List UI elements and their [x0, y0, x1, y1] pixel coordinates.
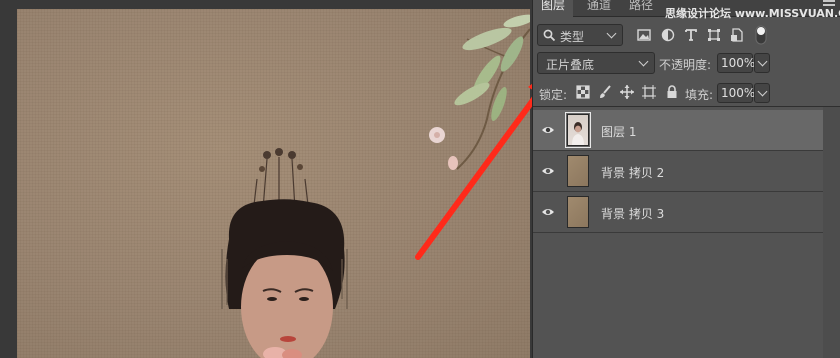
chevron-down-icon — [757, 56, 768, 67]
image-filter-icon[interactable] — [637, 28, 651, 42]
blend-mode-value: 正片叠底 — [546, 58, 595, 72]
watermark-text: 思缘设计论坛 www.MISSVUAN.COM — [665, 7, 840, 20]
eye-icon[interactable] — [541, 164, 555, 178]
eye-icon[interactable] — [541, 123, 555, 137]
layer-row-1[interactable]: 图层 1 — [533, 110, 823, 151]
panel-menu-icon[interactable] — [823, 0, 835, 10]
shape-filter-icon[interactable] — [707, 28, 721, 42]
layer-row-2[interactable]: 背景 拷贝 2 — [533, 151, 823, 192]
panel-divider — [533, 106, 840, 107]
figure-illustration — [221, 148, 348, 358]
lock-position-icon[interactable] — [620, 85, 634, 99]
chevron-down-icon — [757, 86, 768, 97]
layer-thumbnail — [565, 112, 591, 148]
panel-tab-bar: 图层 通道 路径 思缘设计论坛 www.MISSVUAN.COM — [533, 0, 840, 20]
fill-label: 填充: — [685, 88, 714, 102]
lock-brush-icon[interactable] — [598, 85, 612, 99]
fill-dropdown-button[interactable] — [754, 83, 770, 103]
layers-panel: 图层 通道 路径 思缘设计论坛 www.MISSVUAN.COM 类型 — [532, 0, 840, 358]
opacity-label: 不透明度: — [659, 58, 712, 72]
tab-paths[interactable]: 路径 — [621, 0, 661, 17]
layer-filter-select[interactable]: 类型 — [537, 24, 623, 46]
opacity-input[interactable]: 100% — [717, 53, 755, 73]
smart-object-filter-icon[interactable] — [730, 28, 744, 42]
layer-row-3[interactable]: 背景 拷贝 3 — [533, 192, 823, 233]
layer-name: 图层 1 — [601, 125, 637, 139]
layer-name: 背景 拷贝 2 — [601, 166, 665, 180]
layer-thumbnail — [567, 155, 589, 187]
lock-pixels-icon[interactable] — [576, 85, 590, 99]
tab-layers[interactable]: 图层 — [533, 0, 574, 17]
layers-scrollbar[interactable] — [823, 107, 840, 358]
chevron-down-icon — [606, 28, 617, 39]
tab-channels[interactable]: 通道 — [579, 0, 619, 17]
layer-name: 背景 拷贝 3 — [601, 207, 665, 221]
lock-artboard-icon[interactable] — [642, 85, 656, 99]
eye-icon[interactable] — [541, 205, 555, 219]
layer-thumbnail — [567, 196, 589, 228]
opacity-dropdown-button[interactable] — [754, 53, 770, 73]
filter-label: 类型 — [560, 30, 585, 44]
toggle-filter-icon[interactable] — [755, 25, 767, 45]
thumbnail-figure — [572, 122, 584, 145]
blend-mode-select[interactable]: 正片叠底 — [537, 52, 655, 74]
type-filter-icon[interactable] — [684, 28, 698, 42]
lock-all-icon[interactable] — [665, 85, 679, 99]
search-icon — [543, 29, 556, 42]
chevron-down-icon — [638, 56, 649, 67]
lock-label: 锁定: — [539, 88, 568, 102]
fill-input[interactable]: 100% — [717, 83, 755, 103]
adjustment-filter-icon[interactable] — [661, 28, 675, 42]
